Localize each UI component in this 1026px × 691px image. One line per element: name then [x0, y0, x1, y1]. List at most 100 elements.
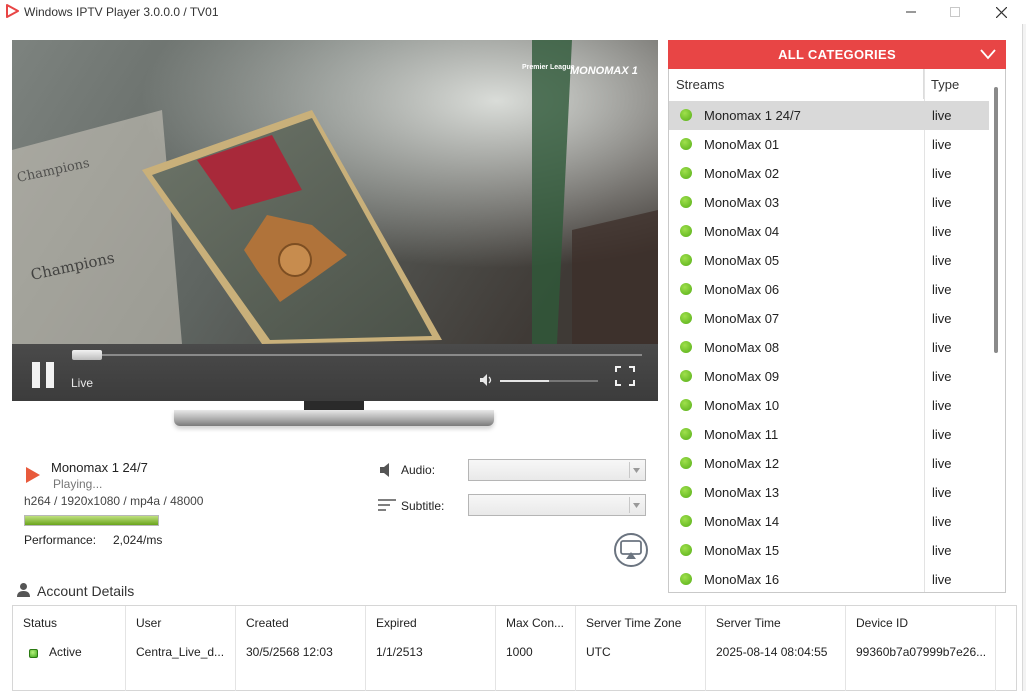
stream-name: MonoMax 11: [704, 427, 779, 442]
stream-type: live: [932, 195, 952, 210]
performance-label: Performance:: [24, 533, 97, 547]
stream-type: live: [932, 427, 952, 442]
seek-bar[interactable]: [74, 354, 642, 356]
volume-slider[interactable]: [500, 380, 598, 382]
streams-list: Streams Type Monomax 1 24/7 live MonoMax 0…: [668, 69, 1006, 593]
stream-row[interactable]: MonoMax 07 live: [669, 304, 989, 333]
title-bar: Windows IPTV Player 3.0.0.0 / TV01: [0, 0, 1026, 24]
account-col-expired: Expired 1/1/2513: [366, 606, 496, 691]
now-playing-icon: [26, 467, 40, 483]
stream-row[interactable]: MonoMax 09 live: [669, 362, 989, 391]
account-value: UTC: [586, 645, 611, 659]
stream-row[interactable]: MonoMax 08 live: [669, 333, 989, 362]
live-status-icon: [680, 370, 692, 382]
stream-name: MonoMax 04: [704, 224, 780, 239]
stream-type: live: [932, 485, 952, 500]
live-status-icon: [680, 544, 692, 556]
stream-row[interactable]: Monomax 1 24/7 live: [669, 101, 989, 130]
maximize-button[interactable]: [932, 0, 978, 24]
stream-row[interactable]: MonoMax 01 live: [669, 130, 989, 159]
live-status-icon: [680, 515, 692, 527]
scrollbar[interactable]: [994, 87, 998, 353]
pause-button[interactable]: [32, 362, 56, 388]
stream-name: MonoMax 10: [704, 398, 780, 413]
stream-row[interactable]: MonoMax 06 live: [669, 275, 989, 304]
stream-row[interactable]: MonoMax 02 live: [669, 159, 989, 188]
account-header: User: [136, 616, 162, 630]
stream-row[interactable]: MonoMax 13 live: [669, 478, 989, 507]
stream-type: live: [932, 108, 952, 123]
account-header: Server Time Zone: [586, 616, 682, 630]
subtitle-label: Subtitle:: [401, 499, 445, 513]
live-status-icon: [680, 486, 692, 498]
account-header: Max Con...: [506, 616, 565, 630]
stream-name: MonoMax 14: [704, 514, 780, 529]
overlay-premier-league: Premier League: [522, 64, 575, 71]
close-icon: [995, 6, 1007, 18]
chevron-down-icon: [629, 497, 643, 513]
volume-icon[interactable]: [479, 373, 495, 387]
live-status-icon: [680, 573, 692, 585]
performance-fill: [25, 516, 158, 525]
stream-name: MonoMax 08: [704, 340, 780, 355]
stream-type: live: [932, 543, 952, 558]
window-edge: [1022, 24, 1026, 691]
volume-level: [500, 380, 549, 382]
live-status-icon: [680, 225, 692, 237]
stream-row[interactable]: MonoMax 11 live: [669, 420, 989, 449]
live-status-icon: [680, 283, 692, 295]
stream-row[interactable]: MonoMax 05 live: [669, 246, 989, 275]
account-table: Status Active User Centra_Live_d... Crea…: [12, 605, 1017, 691]
minimize-button[interactable]: [888, 0, 934, 24]
live-status-icon: [680, 138, 692, 150]
account-col-timezone: Server Time Zone UTC: [576, 606, 706, 691]
live-label: Live: [71, 376, 94, 390]
account-value: 2025-08-14 08:04:55: [716, 645, 828, 659]
account-header: Created: [246, 616, 289, 630]
stream-name: MonoMax 16: [704, 572, 780, 587]
account-col-user: User Centra_Live_d...: [126, 606, 236, 691]
category-dropdown[interactable]: ALL CATEGORIES: [668, 40, 1006, 69]
column-header-streams[interactable]: Streams: [669, 69, 924, 99]
live-status-icon: [680, 341, 692, 353]
video-frame[interactable]: Champions Champions Premier League MONOM…: [12, 40, 658, 344]
audio-label: Audio:: [401, 463, 436, 477]
subtitle-select[interactable]: [468, 494, 646, 516]
chevron-down-icon: [980, 49, 996, 60]
pause-icon: [32, 362, 40, 388]
stream-row[interactable]: MonoMax 03 live: [669, 188, 989, 217]
stream-type: live: [932, 572, 952, 587]
stream-name: MonoMax 02: [704, 166, 780, 181]
stream-row[interactable]: MonoMax 15 live: [669, 536, 989, 565]
account-col-created: Created 30/5/2568 12:03: [236, 606, 366, 691]
now-playing-status: Playing...: [53, 477, 103, 491]
close-button[interactable]: [978, 0, 1024, 24]
stream-name: MonoMax 06: [704, 282, 780, 297]
column-header-type[interactable]: Type: [924, 69, 990, 99]
stream-name: MonoMax 05: [704, 253, 780, 268]
audio-select[interactable]: [468, 459, 646, 481]
stream-name: MonoMax 09: [704, 369, 780, 384]
fullscreen-icon[interactable]: [615, 366, 635, 386]
stream-type: live: [932, 456, 952, 471]
account-col-server-time: Server Time 2025-08-14 08:04:55: [706, 606, 846, 691]
chevron-down-icon: [629, 462, 643, 478]
stream-name: MonoMax 12: [704, 456, 780, 471]
stream-row[interactable]: MonoMax 14 live: [669, 507, 989, 536]
live-status-icon: [680, 312, 692, 324]
stream-name: MonoMax 13: [704, 485, 780, 500]
seek-thumb[interactable]: [72, 350, 102, 360]
cast-button[interactable]: [614, 533, 648, 567]
audio-icon: [380, 463, 389, 477]
stream-row[interactable]: MonoMax 04 live: [669, 217, 989, 246]
stream-name: Monomax 1 24/7: [704, 108, 801, 123]
account-header: Device ID: [856, 616, 909, 630]
stream-type: live: [932, 340, 952, 355]
stream-row[interactable]: MonoMax 10 live: [669, 391, 989, 420]
stream-row[interactable]: MonoMax 12 live: [669, 449, 989, 478]
account-col-device-id: Device ID 99360b7a07999b7e26...: [846, 606, 996, 691]
live-status-icon: [680, 399, 692, 411]
stream-type: live: [932, 137, 952, 152]
stream-row[interactable]: MonoMax 16 live: [669, 565, 989, 592]
stream-type: live: [932, 369, 952, 384]
